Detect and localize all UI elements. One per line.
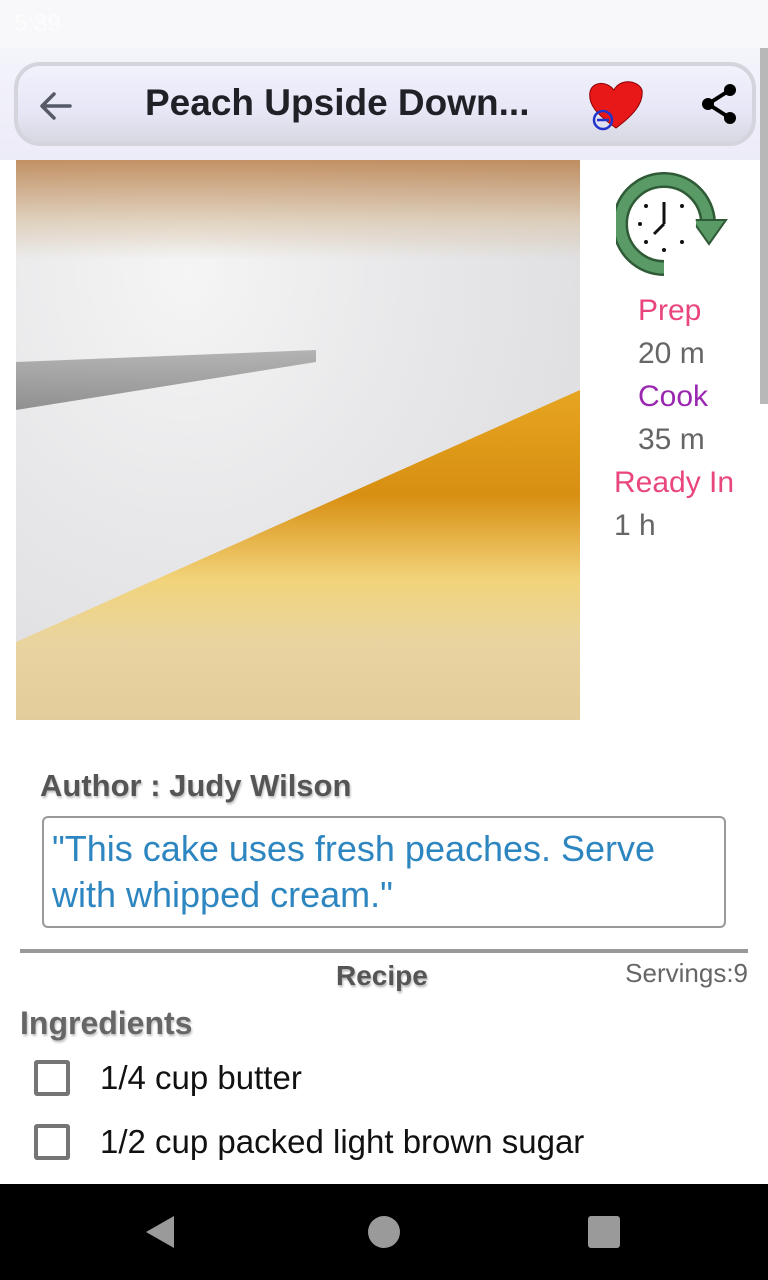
recipe-section-label: Recipe: [336, 960, 428, 991]
photo-cake: [16, 390, 580, 720]
ingredient-item[interactable]: 1/2 cup packed light brown sugar: [34, 1120, 584, 1164]
photo-background: [16, 160, 580, 260]
recipe-photo: [16, 160, 580, 720]
status-time: 5:39: [14, 10, 61, 37]
ingredient-item[interactable]: 1/4 cup butter: [34, 1056, 302, 1100]
prep-label: Prep: [638, 294, 702, 327]
nav-back-icon[interactable]: [146, 1216, 174, 1248]
ready-in-label: Ready In: [614, 466, 735, 499]
cook-value: 35 m: [638, 423, 705, 456]
nav-home-icon[interactable]: [368, 1216, 400, 1248]
favorite-heart-icon[interactable]: [586, 78, 646, 132]
page-title: Peach Upside Down...: [145, 82, 530, 123]
ingredients-heading: Ingredients: [20, 1005, 193, 1041]
servings: Servings:9: [625, 958, 748, 988]
prep-value: 20 m: [638, 337, 705, 370]
ingredient-label: 1/4 cup butter: [100, 1059, 302, 1096]
back-arrow-icon[interactable]: [36, 88, 76, 124]
nav-recents-icon[interactable]: [588, 1216, 620, 1248]
share-icon[interactable]: [698, 82, 740, 126]
status-bar: 5:39: [0, 0, 768, 48]
author: Author : Judy Wilson: [40, 768, 352, 803]
photo-fork: [16, 350, 316, 410]
ready-in-value: 1 h: [614, 509, 656, 542]
description-box: "This cake uses fresh peaches. Serve wit…: [42, 816, 726, 928]
clock-icon: [612, 172, 730, 276]
ingredient-checkbox[interactable]: [34, 1060, 70, 1096]
description-text: "This cake uses fresh peaches. Serve wit…: [52, 828, 656, 915]
scrollbar[interactable]: [760, 48, 768, 404]
cook-label: Cook: [638, 380, 709, 413]
ingredient-checkbox[interactable]: [34, 1124, 70, 1160]
ingredient-label: 1/2 cup packed light brown sugar: [100, 1123, 585, 1160]
divider: [20, 949, 748, 953]
